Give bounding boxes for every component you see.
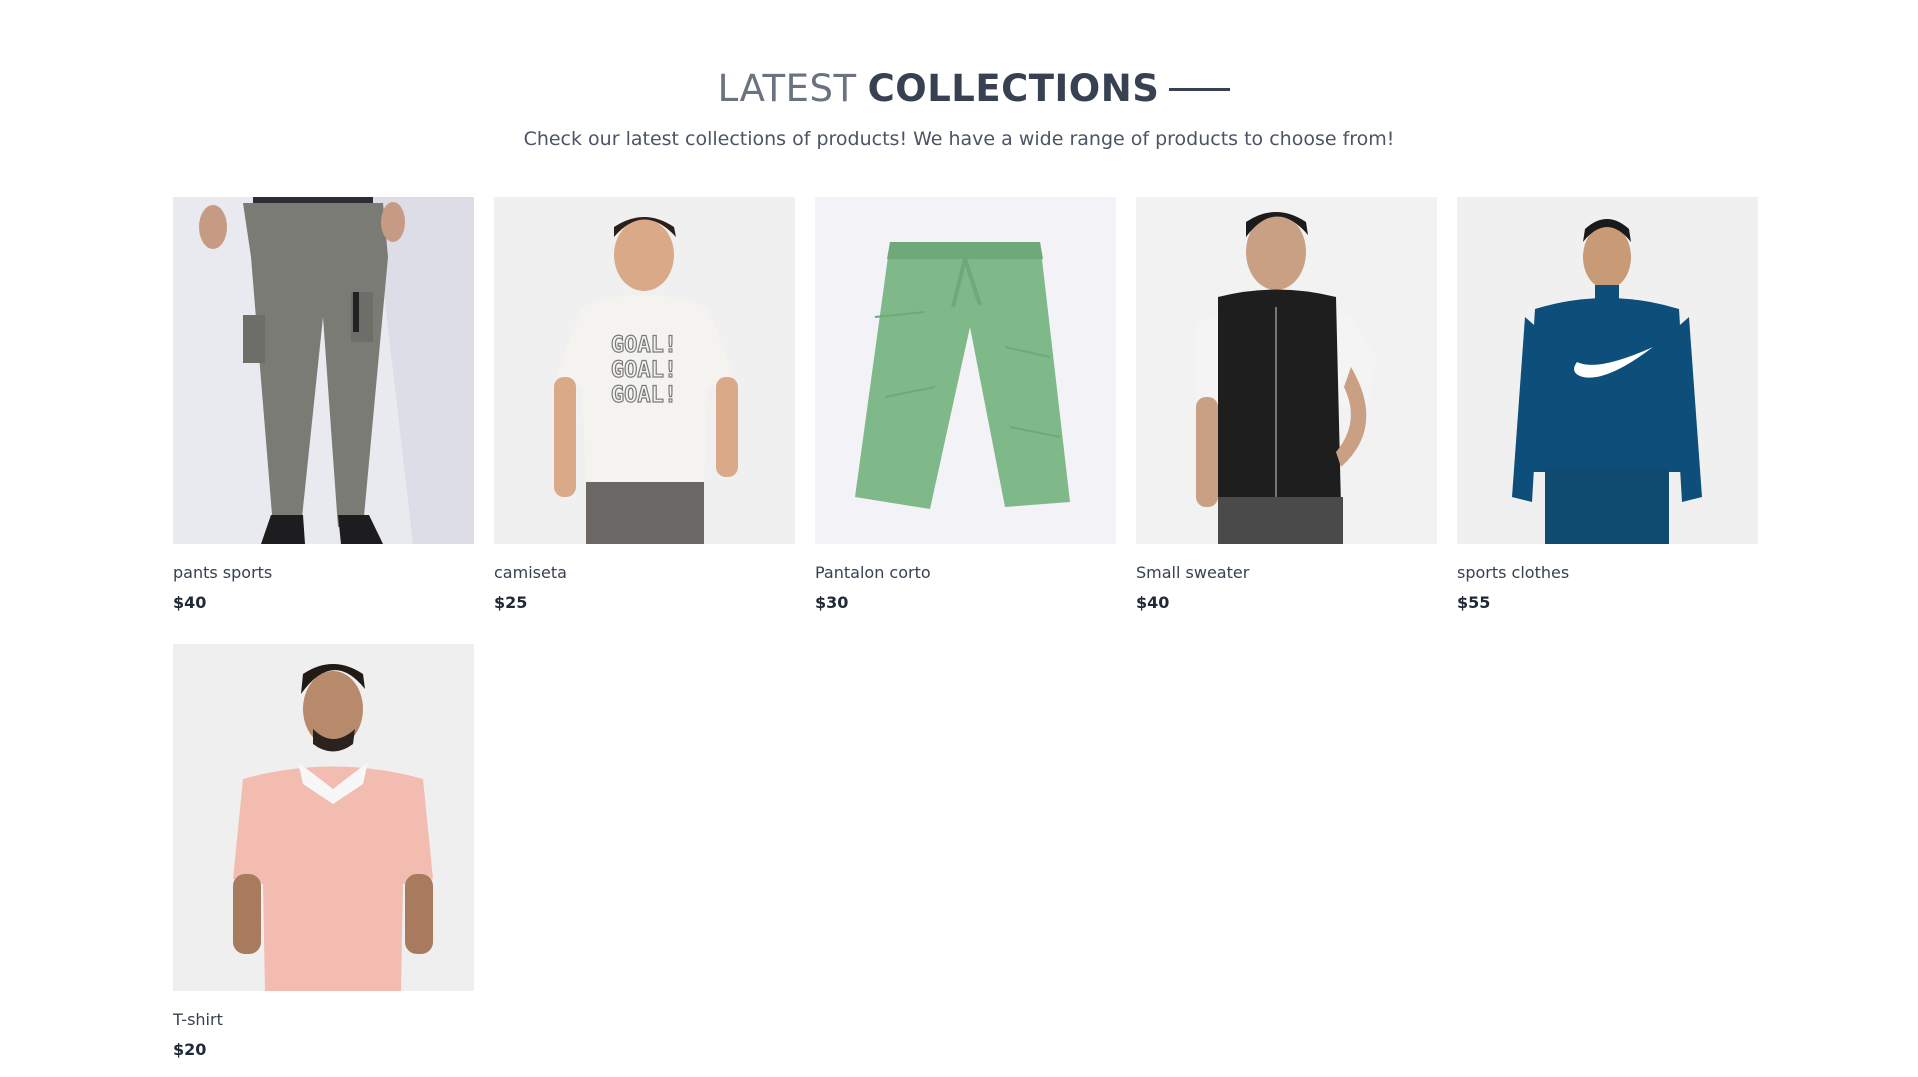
product-name[interactable]: camiseta	[494, 563, 795, 583]
product-price: $40	[1136, 593, 1170, 612]
section-title: LATEST COLLECTIONS	[718, 66, 1231, 112]
boy-in-white-goal-tshirt-image: GOAL! GOAL! GOAL!	[494, 197, 795, 544]
product-name[interactable]: sports clothes	[1457, 563, 1758, 583]
product-image[interactable]	[1457, 197, 1758, 544]
section-heading: LATEST COLLECTIONS	[0, 66, 1918, 112]
product-grid: pants sports $40 GOAL! GOAL! GOAL! camis…	[173, 197, 1760, 1077]
product-price: $25	[494, 593, 528, 612]
product-image[interactable]	[815, 197, 1116, 544]
woman-in-blue-track-jacket-image	[1457, 197, 1758, 544]
man-in-grey-cargo-joggers-image	[173, 197, 474, 544]
green-crinkle-pants-image	[815, 197, 1116, 544]
product-card[interactable]: GOAL! GOAL! GOAL! camiseta $25	[494, 197, 795, 644]
man-in-pink-polo-shirt-image	[173, 644, 474, 991]
product-name[interactable]: Pantalon corto	[815, 563, 1116, 583]
man-in-black-hooded-vest-image	[1136, 197, 1437, 544]
product-price: $30	[815, 593, 849, 612]
product-price: $40	[173, 593, 207, 612]
product-card[interactable]: sports clothes $55	[1457, 197, 1758, 644]
product-name[interactable]: T-shirt	[173, 1010, 474, 1030]
product-card[interactable]: T-shirt $20	[173, 644, 474, 1077]
product-name[interactable]: Small sweater	[1136, 563, 1437, 583]
product-image[interactable]: GOAL! GOAL! GOAL!	[494, 197, 795, 544]
product-price: $55	[1457, 593, 1491, 612]
product-name[interactable]: pants sports	[173, 563, 474, 583]
product-card[interactable]: pants sports $40	[173, 197, 474, 644]
title-bold-word: COLLECTIONS	[867, 67, 1160, 110]
svg-text:GOAL!: GOAL!	[611, 383, 677, 408]
title-underline-decoration	[1169, 87, 1231, 91]
product-image[interactable]	[173, 197, 474, 544]
svg-text:GOAL!: GOAL!	[611, 358, 677, 383]
product-card[interactable]: Small sweater $40	[1136, 197, 1437, 644]
product-image[interactable]	[1136, 197, 1437, 544]
latest-collections-section: LATEST COLLECTIONS Check our latest coll…	[0, 0, 1918, 1077]
product-card[interactable]: Pantalon corto $30	[815, 197, 1116, 644]
product-image[interactable]	[173, 644, 474, 991]
title-light-word: LATEST	[717, 67, 857, 110]
svg-text:GOAL!: GOAL!	[611, 333, 677, 358]
product-price: $20	[173, 1040, 207, 1059]
section-subtitle: Check our latest collections of products…	[523, 128, 1395, 150]
